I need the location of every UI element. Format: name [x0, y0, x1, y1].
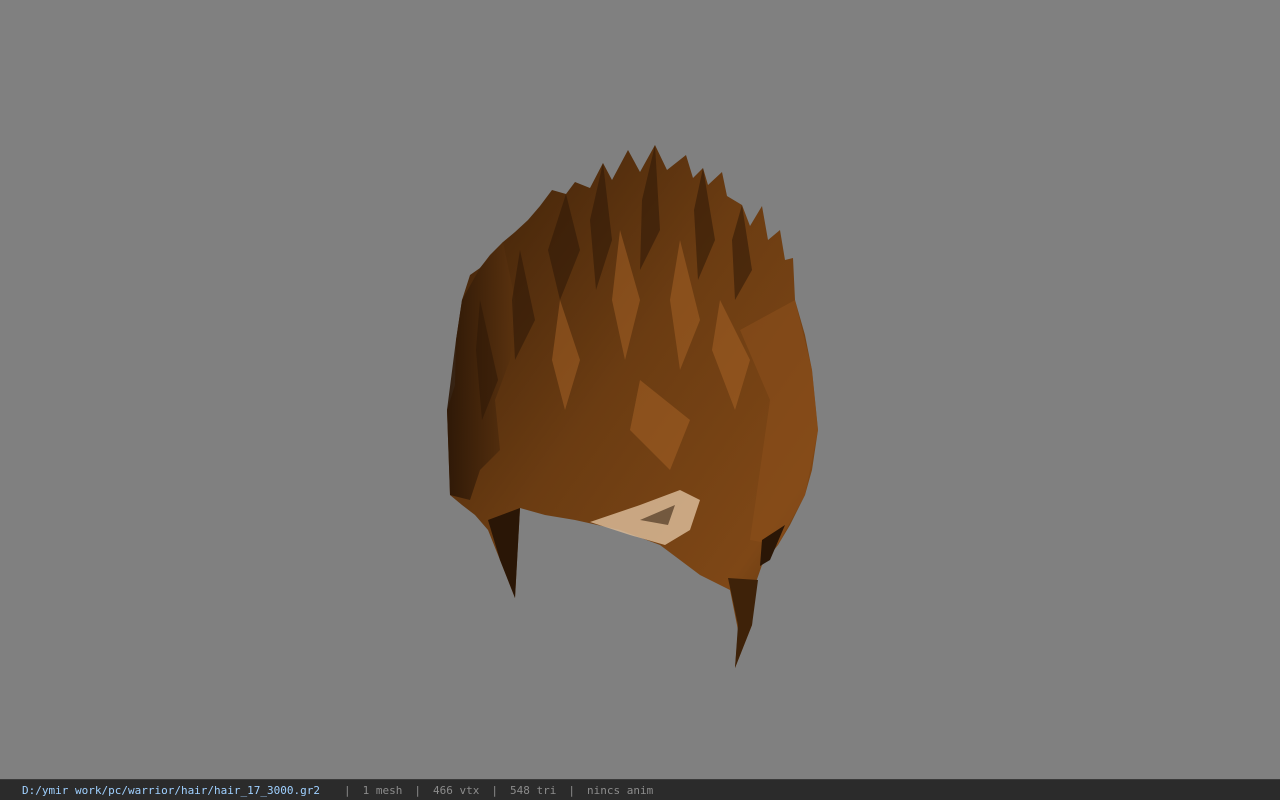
status-separator: |	[568, 783, 575, 797]
left-sideburn-spike	[488, 508, 520, 598]
hair-silhouette	[447, 145, 818, 668]
status-separator: |	[414, 783, 422, 797]
status-bar: D:/ymir work/pc/warrior/hair/hair_17_300…	[0, 779, 1280, 800]
status-separator: |	[491, 783, 498, 797]
animation-status: nincs anim	[586, 783, 654, 797]
status-separator: |	[344, 783, 351, 797]
hair-mesh-model	[447, 145, 818, 668]
3d-viewport[interactable]	[0, 0, 1280, 779]
mesh-count: 1 mesh	[362, 783, 403, 797]
model-file-path: D:/ymir work/pc/warrior/hair/hair_17_300…	[22, 783, 321, 797]
vertex-count: 466 vtx	[433, 783, 480, 797]
triangle-count: 548 tri	[510, 783, 557, 797]
right-sideburn-spike	[728, 578, 758, 668]
